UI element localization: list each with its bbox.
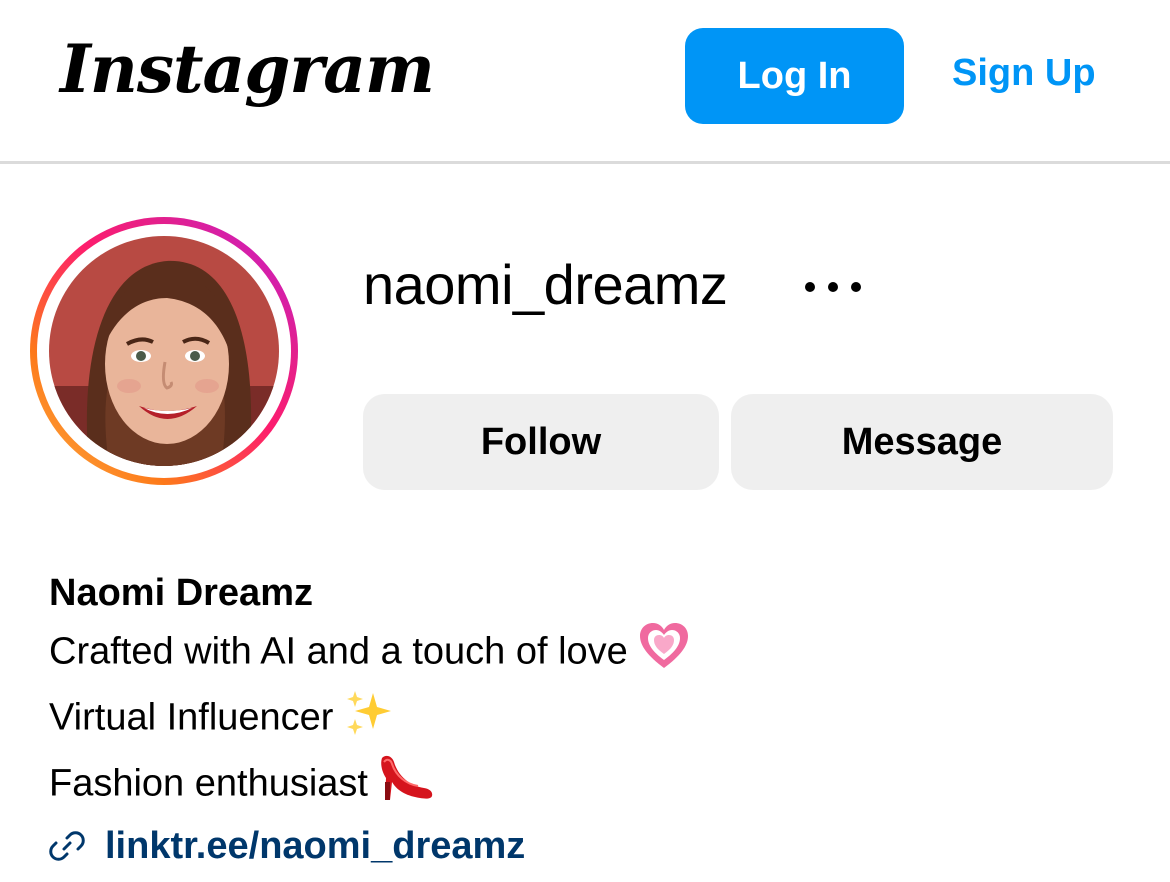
- instagram-logo[interactable]: Instagram: [60, 30, 435, 108]
- bio-external-link[interactable]: linktr.ee/naomi_dreamz: [49, 819, 690, 873]
- profile-bio: Naomi Dreamz Crafted with AI and a touch…: [49, 566, 690, 873]
- avatar[interactable]: [49, 236, 279, 466]
- bio-line: Fashion enthusiast: [49, 752, 690, 819]
- profile-username: naomi_dreamz: [363, 253, 728, 316]
- sparkles-icon: [343, 687, 393, 752]
- more-horizontal-icon[interactable]: [800, 270, 870, 304]
- top-navigation-bar: Instagram Log In Sign Up: [0, 0, 1170, 164]
- sign-up-link[interactable]: Sign Up: [952, 52, 1096, 95]
- bio-line-text: Crafted with AI and a touch of love: [49, 630, 628, 673]
- bio-line: Virtual Influencer: [49, 687, 690, 752]
- bio-line-text: Virtual Influencer: [49, 696, 334, 739]
- message-button[interactable]: Message: [731, 394, 1113, 490]
- profile-display-name: Naomi Dreamz: [49, 572, 313, 614]
- link-icon: [49, 831, 85, 861]
- log-in-button[interactable]: Log In: [685, 28, 904, 124]
- growing-heart-icon: [638, 620, 690, 687]
- bio-line: Crafted with AI and a touch of love: [49, 620, 690, 687]
- bio-line-text: Fashion enthusiast: [49, 762, 368, 805]
- follow-button[interactable]: Follow: [363, 394, 719, 490]
- bio-link-text[interactable]: linktr.ee/naomi_dreamz: [105, 819, 525, 873]
- high-heel-shoe-icon: [378, 752, 434, 819]
- profile-avatar-story-ring[interactable]: [30, 217, 298, 485]
- avatar-ring-gap: [37, 224, 291, 478]
- avatar-portrait-image: [49, 236, 279, 466]
